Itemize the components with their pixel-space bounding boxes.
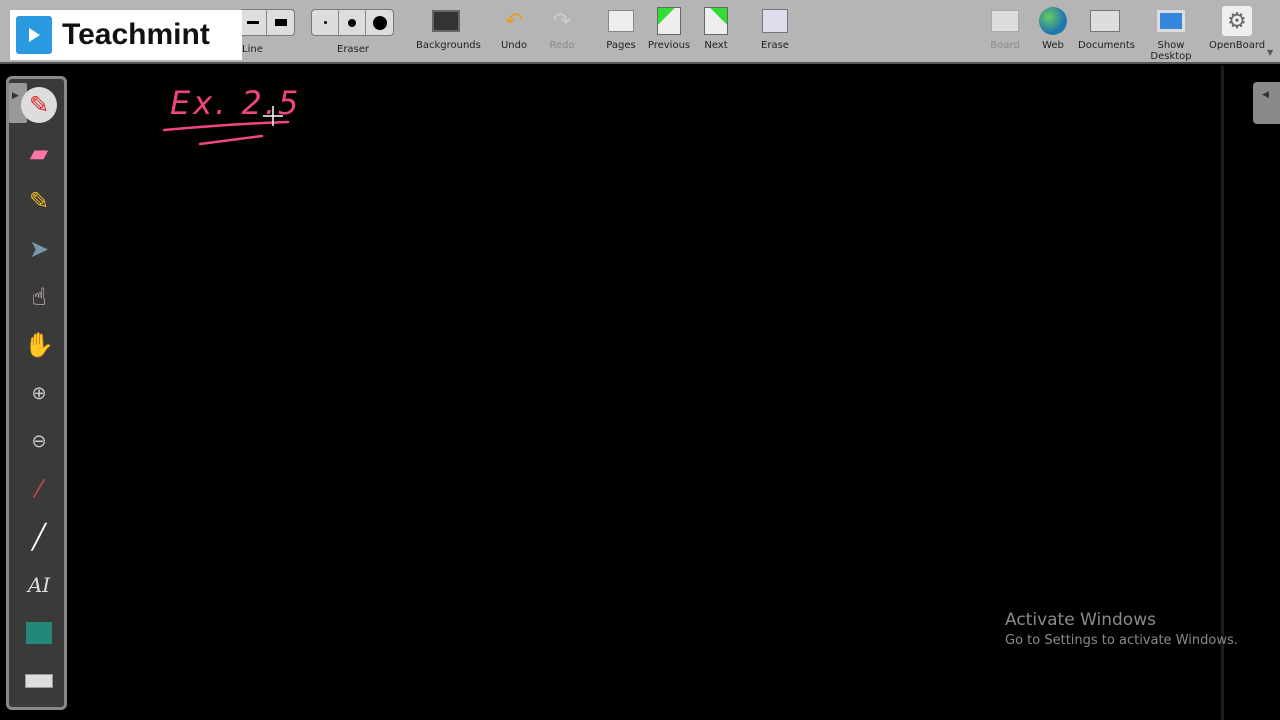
eraser-icon[interactable]: ▰ [21, 135, 57, 171]
capture-icon[interactable]: ⁄ [21, 471, 57, 507]
monitor-icon [1156, 6, 1186, 36]
chevron-left-icon: ◀ [1262, 90, 1269, 100]
previous-page-icon [654, 6, 684, 36]
web-label: Web [1042, 40, 1064, 51]
undo-icon: ↶ [504, 8, 524, 34]
screen-icon[interactable] [21, 615, 57, 651]
line-medium-button[interactable] [240, 10, 267, 35]
library-panel-toggle[interactable]: ◀ [1253, 82, 1280, 124]
undo-label: Undo [500, 40, 528, 51]
logo-book-icon [16, 16, 52, 54]
undo-button[interactable]: ↶ Undo [494, 6, 534, 52]
line-thick-button[interactable] [267, 10, 294, 35]
erase-label: Erase [761, 40, 789, 51]
pages-label: Pages [606, 40, 636, 51]
highlighter-icon[interactable]: ✎ [21, 183, 57, 219]
add-page-icon [606, 6, 636, 36]
backgrounds-button[interactable]: Backgrounds [416, 6, 481, 51]
eraser-small-button[interactable] [312, 10, 339, 35]
logo-text: Teachmint [62, 18, 210, 51]
laser-pointer-icon[interactable]: ☝ [21, 279, 57, 315]
board-button[interactable]: Board [985, 6, 1025, 51]
next-page-icon [701, 6, 731, 36]
watermark-subtitle: Go to Settings to activate Windows. [1005, 633, 1238, 648]
hand-icon[interactable]: ✋ [21, 327, 57, 363]
zoom-out-icon[interactable]: ⊖ [21, 423, 57, 459]
ink-underline [198, 134, 264, 146]
watermark-title: Activate Windows [1005, 610, 1156, 630]
keyboard-icon[interactable] [21, 663, 57, 699]
line-width-selector[interactable] [239, 9, 295, 36]
openboard-menu-button[interactable]: ⚙ OpenBoard [1209, 6, 1265, 51]
eraser-size-selector[interactable] [311, 9, 394, 36]
ink-underline [162, 120, 290, 132]
backgrounds-icon [431, 6, 461, 36]
show-desktop-button[interactable]: Show Desktop [1137, 6, 1205, 62]
redo-label: Redo [549, 40, 575, 51]
teachmint-logo: Teachmint [10, 10, 242, 60]
gear-icon: ⚙ [1222, 6, 1252, 36]
web-button[interactable]: Web [1033, 6, 1073, 51]
previous-button[interactable]: Previous [646, 6, 692, 51]
redo-button[interactable]: ↷ Redo [542, 6, 582, 52]
zoom-in-icon[interactable]: ⊕ [21, 375, 57, 411]
erase-button[interactable]: Erase [755, 6, 795, 51]
whiteboard-ink [162, 106, 290, 146]
redo-icon: ↷ [552, 8, 572, 34]
next-label: Next [704, 40, 728, 51]
line-label: Line [242, 44, 263, 55]
previous-label: Previous [647, 40, 691, 51]
text-icon[interactable]: AI [21, 567, 57, 603]
eraser-large-button[interactable] [366, 10, 393, 35]
board-icon [990, 6, 1020, 36]
erase-icon [760, 6, 790, 36]
backgrounds-label: Backgrounds [416, 40, 481, 51]
pen-icon[interactable]: ✎ [21, 87, 57, 123]
openboard-label: OpenBoard [1209, 40, 1266, 51]
eraser-medium-button[interactable] [339, 10, 366, 35]
documents-button[interactable]: Documents [1078, 6, 1136, 51]
pointer-icon[interactable]: ➤ [21, 231, 57, 267]
chevron-down-icon[interactable]: ▼ [1267, 48, 1273, 57]
board-label: Board [990, 40, 1020, 51]
pages-button[interactable]: Pages [601, 6, 641, 51]
line-icon[interactable]: ╱ [21, 519, 57, 555]
eraser-label: Eraser [337, 44, 370, 55]
documents-label: Documents [1078, 40, 1136, 51]
tool-palette: ▶ ✎ ▰ ✎ ➤ ☝ ✋ ⊕ ⊖ ⁄ ╱ AI [6, 76, 67, 710]
globe-icon [1038, 6, 1068, 36]
activate-windows-watermark: Activate Windows Go to Settings to activ… [1005, 610, 1238, 648]
folder-icon [1090, 6, 1120, 36]
show-desktop-label: Show Desktop [1150, 40, 1192, 62]
next-button[interactable]: Next [696, 6, 736, 51]
